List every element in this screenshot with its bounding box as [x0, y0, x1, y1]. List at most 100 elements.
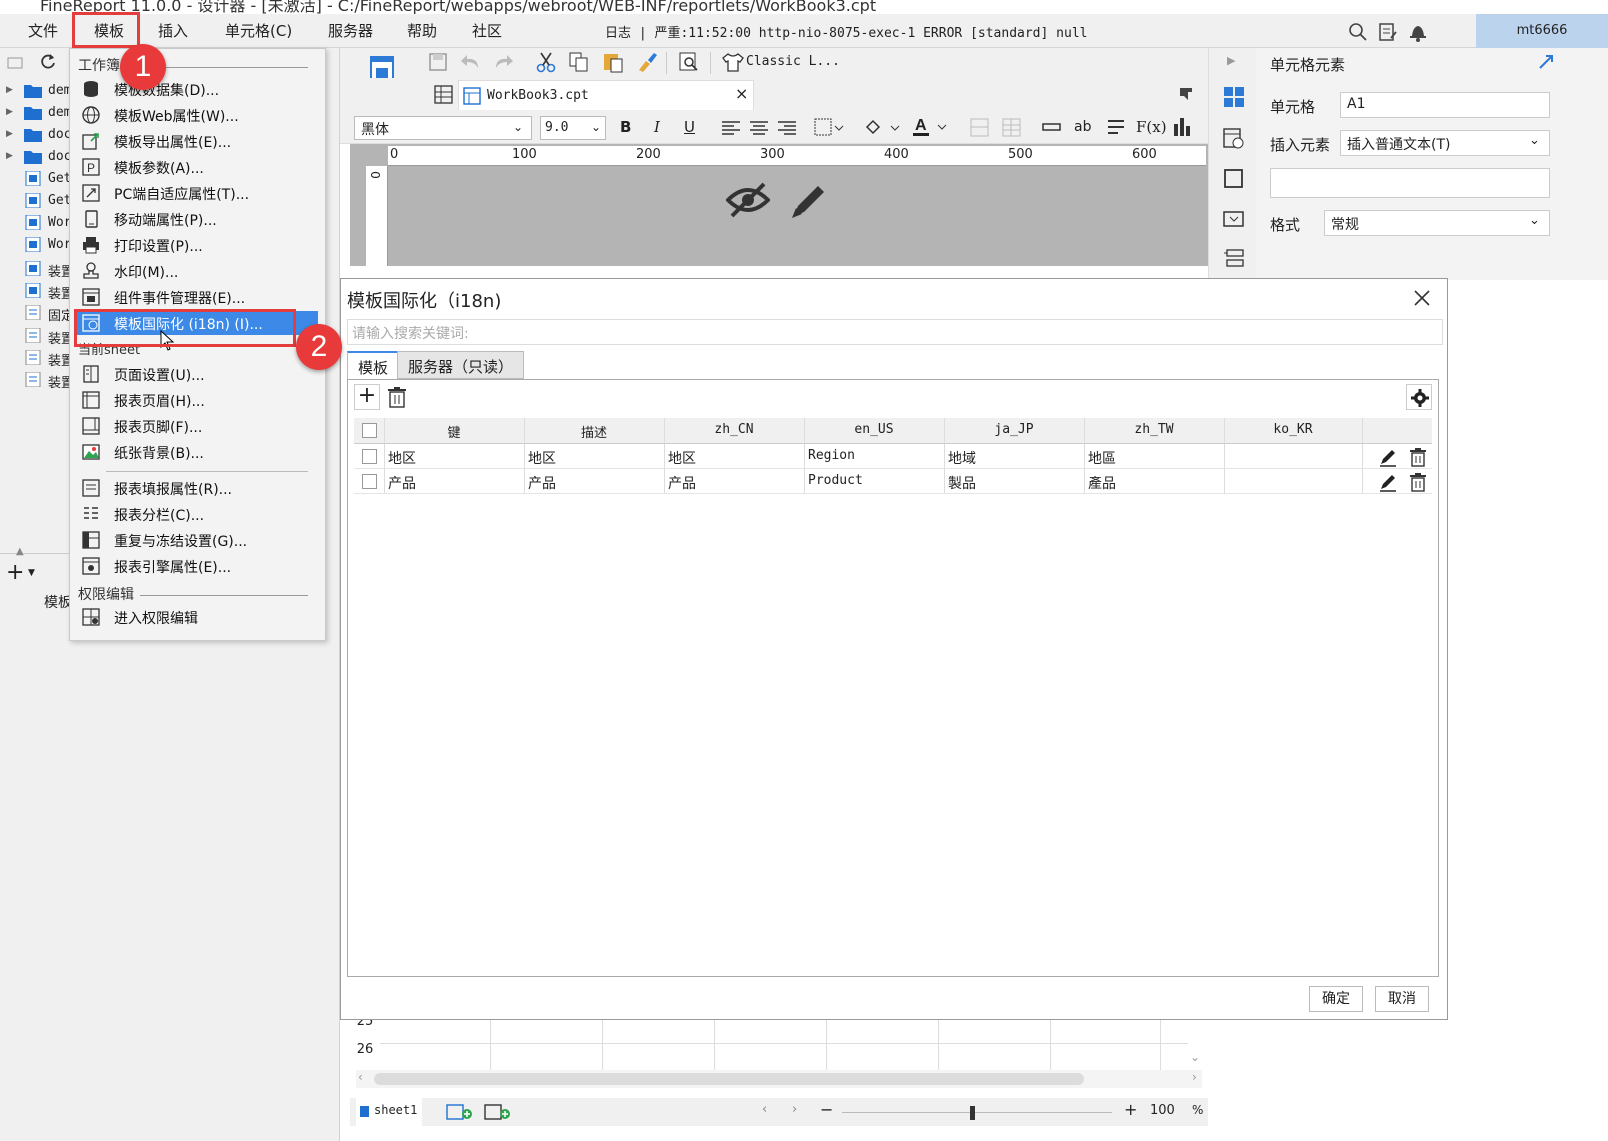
split-cell-icon[interactable] — [1002, 118, 1022, 138]
delete-icon[interactable] — [1408, 447, 1428, 467]
menu-item-print-setup[interactable]: 打印设置(P)... — [76, 233, 318, 257]
add-form-sheet-icon[interactable] — [484, 1104, 512, 1120]
scroll-right-icon[interactable]: › — [1192, 1070, 1197, 1084]
menu-cell[interactable]: 单元格(C) — [225, 20, 292, 41]
expand-icon[interactable] — [1538, 54, 1554, 70]
zoom-in-icon[interactable]: + — [1124, 1100, 1137, 1119]
zoom-slider-thumb[interactable] — [970, 1106, 975, 1120]
add-icon[interactable]: + — [6, 560, 24, 585]
cell-zh-tw[interactable]: 地區 — [1088, 448, 1116, 468]
align-right-icon[interactable] — [778, 120, 796, 136]
font-size-select[interactable]: 9.0 ⌄ — [540, 116, 606, 140]
insert-element-select[interactable]: 插入普通文本(T) ⌄ — [1340, 130, 1550, 156]
line-spacing-icon[interactable] — [1106, 118, 1126, 138]
zoom-level[interactable]: 100 — [1150, 1103, 1175, 1118]
fill-color-icon[interactable] — [864, 118, 900, 138]
chevron-down-icon[interactable]: ▼ — [28, 568, 35, 578]
copy-icon[interactable] — [568, 51, 590, 73]
cell-element-icon[interactable] — [1223, 86, 1245, 108]
bold-icon[interactable]: B — [620, 118, 631, 136]
align-center-icon[interactable] — [750, 120, 768, 136]
underline-icon[interactable]: U — [684, 118, 695, 136]
menu-insert[interactable]: 插入 — [158, 20, 188, 41]
select-all-checkbox[interactable] — [362, 423, 377, 438]
format-painter-icon[interactable] — [636, 51, 658, 73]
menu-item-paper-background[interactable]: 纸张背景(B)... — [76, 440, 318, 464]
condition-icon[interactable] — [1223, 248, 1245, 270]
chart-icon[interactable] — [1172, 116, 1192, 138]
align-left-icon[interactable] — [722, 120, 740, 136]
pin-icon[interactable] — [1178, 86, 1196, 102]
close-tab-icon[interactable]: × — [735, 84, 748, 103]
menu-file[interactable]: 文件 — [28, 20, 58, 41]
close-icon[interactable] — [1413, 289, 1431, 307]
border-icon[interactable] — [814, 118, 844, 138]
tab-template[interactable]: 模板 — [347, 351, 400, 379]
cell-en-us[interactable]: Region — [808, 448, 855, 463]
font-family-select[interactable]: 黑体 ⌄ — [354, 116, 532, 140]
menu-item-web-attr[interactable]: 模板Web属性(W)... — [76, 103, 318, 127]
tab-server-readonly[interactable]: 服务器（只读） — [397, 351, 525, 379]
user-account[interactable]: mt6666 — [1476, 14, 1608, 48]
sheet-grid[interactable]: 25 26 ⌄ ‹ › sheet1 ‹ › − + 100 % — [350, 1014, 1208, 1141]
preview-search-icon[interactable] — [678, 51, 700, 73]
cut-icon[interactable] — [535, 51, 557, 73]
notes-icon[interactable] — [1378, 22, 1398, 42]
menu-item-footer[interactable]: 报表页脚(F)... — [76, 414, 318, 438]
add-sheet-icon[interactable] — [446, 1104, 474, 1120]
sheet-tab[interactable]: sheet1 — [356, 1098, 422, 1126]
cell-ja-jp[interactable]: 製品 — [948, 473, 976, 493]
cell-key[interactable]: 产品 — [388, 473, 416, 493]
menu-item-page-setup[interactable]: 页面设置(U)... — [76, 362, 318, 386]
collapse-up-icon[interactable]: ▲ — [16, 546, 24, 557]
cell-desc[interactable]: 地区 — [528, 448, 556, 468]
cell-zh-cn[interactable]: 产品 — [668, 473, 696, 493]
widget-icon[interactable] — [1223, 168, 1245, 190]
zoom-slider[interactable] — [842, 1112, 1112, 1113]
merge-cell-icon[interactable] — [970, 118, 990, 138]
cell-desc[interactable]: 产品 — [528, 473, 556, 493]
chevron-right-icon[interactable]: ▶ — [1227, 54, 1235, 67]
table-row[interactable]: 地区 地区 地区 Region 地域 地區 — [354, 444, 1432, 469]
cancel-button[interactable]: 取消 — [1375, 986, 1429, 1012]
menu-item-watermark[interactable]: 水印(M)... — [76, 259, 318, 283]
bell-icon[interactable] — [1409, 22, 1427, 42]
cell-zh-tw[interactable]: 產品 — [1088, 473, 1116, 493]
edit-pencil-icon[interactable] — [788, 180, 830, 222]
menu-item-fill-attr[interactable]: 报表填报属性(R)... — [76, 476, 318, 500]
cell-ja-jp[interactable]: 地域 — [948, 448, 976, 468]
edit-pencil-icon[interactable] — [1378, 447, 1398, 467]
add-row-button[interactable]: + — [354, 384, 380, 410]
ok-button[interactable]: 确定 — [1309, 986, 1363, 1012]
cell-content-input[interactable] — [1270, 168, 1550, 198]
zoom-out-icon[interactable]: − — [820, 1100, 833, 1119]
menu-item-event-manager[interactable]: 组件事件管理器(E)... — [76, 285, 318, 309]
menu-help[interactable]: 帮助 — [407, 20, 437, 41]
text-box-icon[interactable] — [1042, 120, 1062, 134]
menu-item-freeze[interactable]: 重复与冻结设置(G)... — [76, 528, 318, 552]
paste-icon[interactable] — [602, 51, 624, 73]
menu-item-export-attr[interactable]: 模板导出属性(E)... — [76, 129, 318, 153]
hide-eye-icon[interactable] — [726, 180, 770, 220]
tab-workbook3[interactable]: WorkBook3.cpt × — [458, 80, 754, 110]
scroll-down-icon[interactable]: ⌄ — [1190, 1050, 1200, 1064]
table-row[interactable]: 产品 产品 产品 Product 製品 產品 — [354, 469, 1432, 494]
menu-item-permission-edit[interactable]: 进入权限编辑 — [76, 605, 318, 629]
search-icon[interactable] — [1348, 22, 1368, 42]
undo-icon[interactable] — [460, 52, 482, 72]
menu-item-columns[interactable]: 报表分栏(C)... — [76, 502, 318, 526]
horizontal-scrollbar[interactable]: ‹ › — [356, 1070, 1202, 1088]
grid-view-icon[interactable] — [434, 85, 454, 105]
format-select[interactable]: 常规 ⌄ — [1324, 210, 1550, 236]
text-wrap-icon[interactable]: ab — [1074, 119, 1091, 135]
new-folder-icon[interactable] — [6, 54, 28, 72]
menu-item-engine-attr[interactable]: 报表引擎属性(E)... — [76, 554, 318, 578]
menu-server[interactable]: 服务器 — [328, 20, 373, 41]
redo-icon[interactable] — [492, 52, 514, 72]
theme-shirt-icon[interactable] — [722, 52, 744, 72]
formula-icon[interactable]: F(x) — [1136, 118, 1167, 136]
row-checkbox[interactable] — [362, 474, 377, 489]
menu-community[interactable]: 社区 — [472, 20, 502, 41]
cell-attribute-icon[interactable] — [1223, 128, 1245, 150]
design-canvas[interactable]: 0 100 200 300 400 500 600 0 — [350, 144, 1208, 266]
